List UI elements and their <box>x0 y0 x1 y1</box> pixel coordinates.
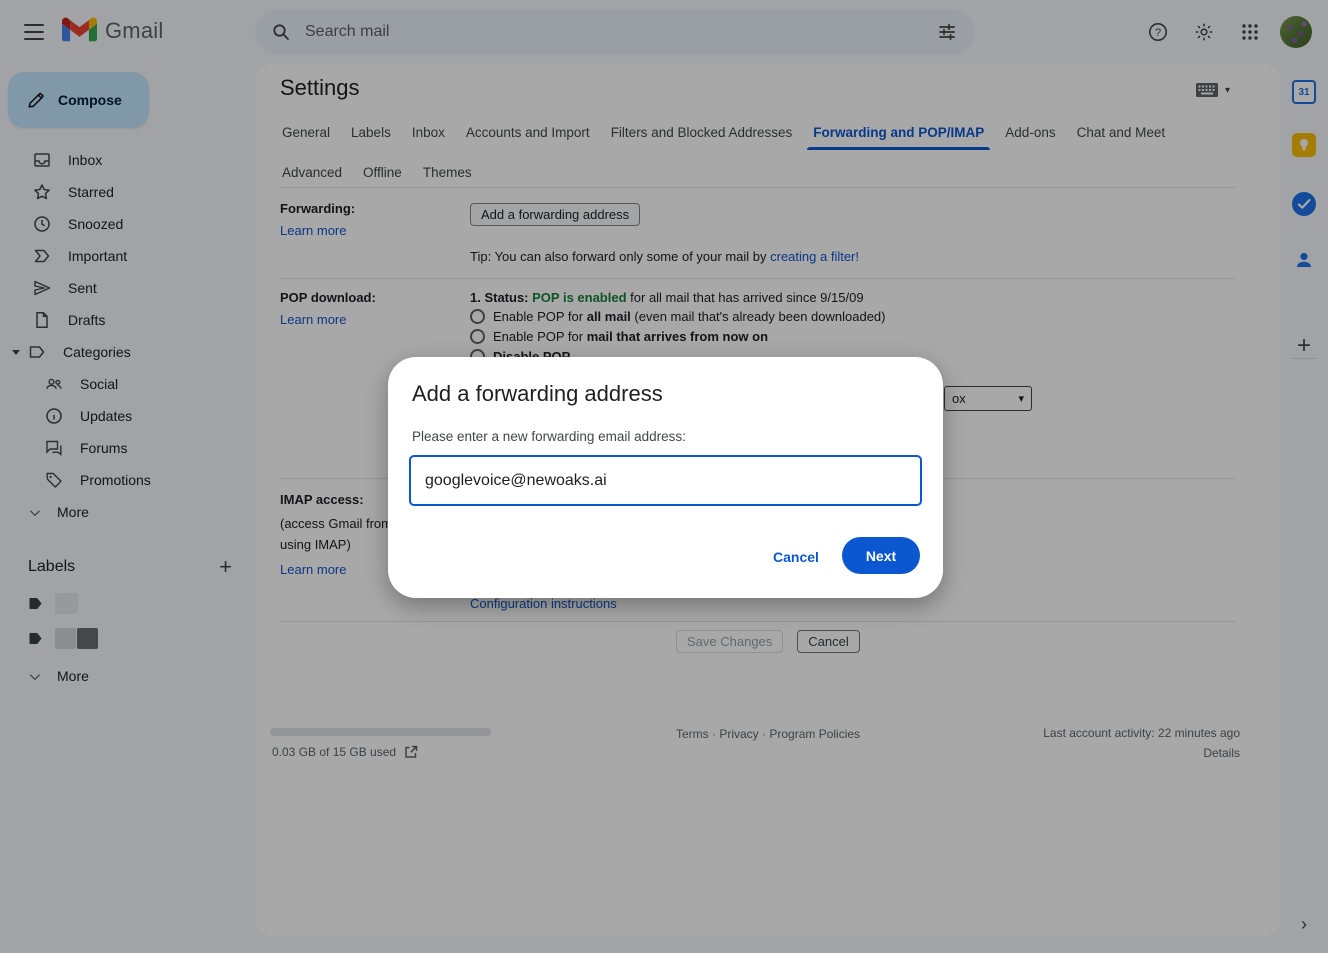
dialog-title: Add a forwarding address <box>412 381 663 407</box>
gmail-settings-page: Gmail ? <box>0 0 1328 953</box>
dialog-cancel-button[interactable]: Cancel <box>758 543 834 571</box>
add-forwarding-address-dialog: Add a forwarding address Please enter a … <box>388 357 943 598</box>
dialog-prompt: Please enter a new forwarding email addr… <box>412 429 686 444</box>
forwarding-email-input[interactable] <box>409 455 922 506</box>
dialog-next-button[interactable]: Next <box>842 537 920 574</box>
